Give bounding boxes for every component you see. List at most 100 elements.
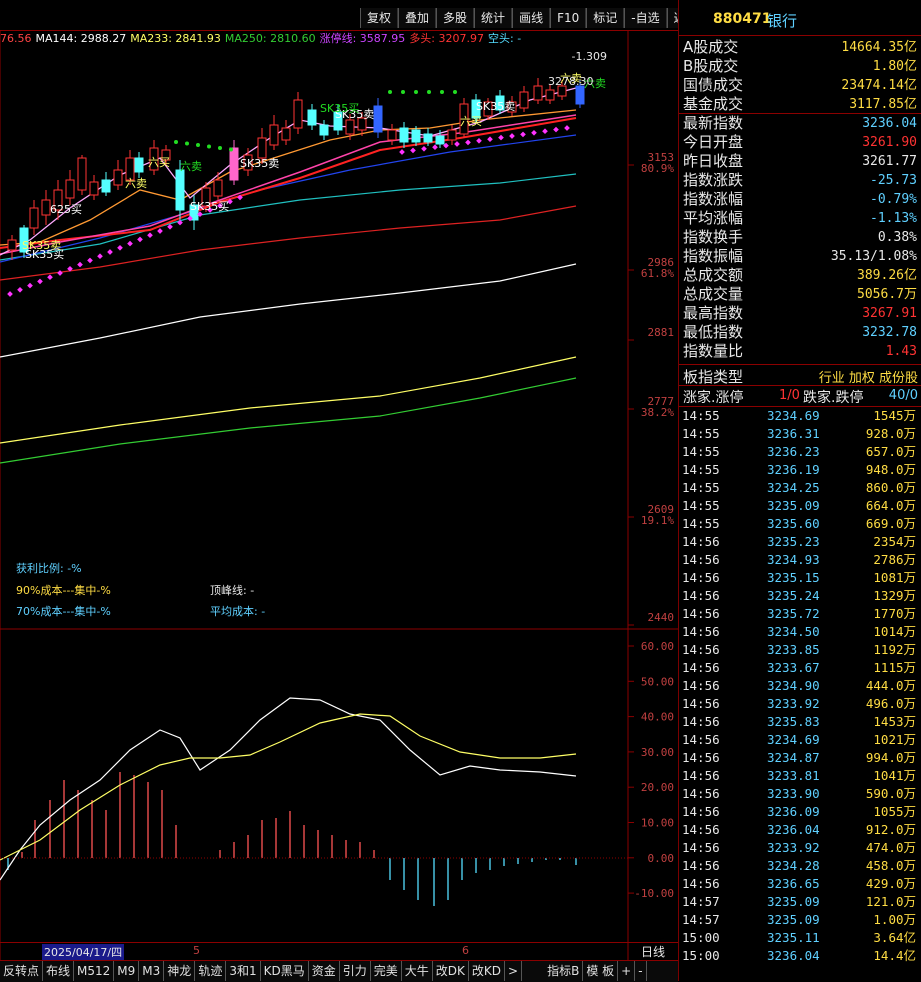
macd-axis-label: 60.00: [641, 640, 674, 653]
tick-time: 14:56: [682, 714, 720, 729]
axis-label: 2881: [648, 326, 675, 339]
stat-label: 指数涨跌: [683, 171, 744, 189]
ma233-line: [0, 356, 577, 444]
tick-time: 15:00: [682, 948, 720, 963]
tick-volume: 1192万: [873, 642, 916, 657]
period-label[interactable]: 日线: [628, 942, 678, 961]
stat-row: 基金成交 3117.85亿: [681, 95, 919, 114]
tick-row: 14:56 3233.67 1115万: [681, 659, 919, 677]
indicator-tab[interactable]: 反转点: [0, 961, 44, 981]
indicator-tab[interactable]: 神龙: [164, 961, 196, 981]
stat-value: 23474.14亿: [841, 78, 917, 93]
signal-label: SK35买: [320, 102, 359, 115]
indicator-tab[interactable]: 布线: [43, 961, 75, 981]
indicator-tab[interactable]: M9: [114, 961, 140, 981]
candle: [113, 169, 123, 186]
toolbar-button[interactable]: 复权: [360, 8, 399, 28]
tick-price: 3234.90: [767, 678, 820, 693]
indicator-tabbar: 反转点 布线 M512 M9 M3 神龙 轨迹 3和1 KD黑马 资金 引力 完美 大牛 改DK 改KD > 指…: [0, 960, 678, 982]
candle: [29, 207, 39, 229]
toolbar-button[interactable]: F10: [550, 8, 587, 28]
signal-dot: [432, 144, 438, 151]
stat-label: 昨日收盘: [683, 152, 744, 170]
tick-price: 3234.25: [767, 480, 820, 495]
candle: [447, 129, 457, 141]
tick-price: 3236.23: [767, 444, 820, 459]
indicator-tab[interactable]: 改KD: [469, 961, 506, 981]
tick-volume: 912.0万: [865, 822, 916, 837]
indicator-tab[interactable]: 资金: [309, 961, 340, 981]
signal-label: SK35卖: [476, 100, 515, 113]
quote-panel: 880471 银行 A股成交 14664.35亿 B股成交 1.80亿 国债成交 2347…: [678, 0, 921, 981]
signal-dot: [454, 141, 460, 147]
tick-row: 14:55 3236.23 657.0万: [681, 443, 919, 461]
indicator-tab[interactable]: >: [505, 961, 523, 981]
indicator-tab[interactable]: 模 板: [583, 961, 619, 981]
price-axis: 315380.9%298661.8%2881277738.2%260919.1%…: [0, 50, 674, 900]
indicator-tab[interactable]: 指标B: [544, 961, 584, 981]
tick-time: 14:56: [682, 624, 720, 639]
stat-row: B股成交 1.80亿: [681, 57, 919, 76]
tick-volume: 14.4亿: [873, 948, 916, 963]
indicator-tab[interactable]: 改DK: [433, 961, 469, 981]
toolbar-button[interactable]: 统计: [474, 8, 513, 28]
tick-volume: 1329万: [873, 588, 916, 603]
indicator-tab[interactable]: 大牛: [402, 961, 433, 981]
tick-price: 3235.09: [767, 894, 820, 909]
axis-pct-label: 61.8%: [641, 267, 674, 280]
tick-price: 3235.09: [767, 498, 820, 513]
toolbar-button[interactable]: 标记: [586, 8, 625, 28]
signal-dot: [157, 228, 163, 234]
tick-time: 14:55: [682, 462, 720, 477]
indicator-tab[interactable]: 引力: [340, 961, 371, 981]
board-type-links[interactable]: 行业 加权 成份股: [819, 367, 918, 386]
indicator-tab[interactable]: 3和1: [226, 961, 261, 981]
tick-time: 14:57: [682, 912, 720, 927]
kline-chart[interactable]: 六卖SK35卖六买SK35卖六卖 SK35卖625买SK35买六卖六买SK35买S…: [0, 30, 678, 960]
indicator-tab[interactable]: 轨迹: [195, 961, 227, 981]
tick-volume: 2354万: [873, 534, 916, 549]
tick-price: 3236.19: [767, 462, 820, 477]
indicator-tab[interactable]: KD黑马: [261, 961, 309, 981]
signal-dot: [7, 291, 13, 297]
tick-row: 14:56 3235.72 1770万: [681, 605, 919, 623]
candle: [345, 119, 355, 135]
tick-time: 14:56: [682, 876, 720, 891]
stat-value: 3261.90: [862, 135, 917, 150]
tick-time: 14:56: [682, 840, 720, 855]
tick-time: 14:55: [682, 444, 720, 459]
tick-price: 3233.90: [767, 786, 820, 801]
peak-line: 顶峰线: -: [210, 584, 255, 597]
indicator-tab[interactable]: +: [618, 961, 636, 981]
signal-dot: [57, 270, 63, 276]
tick-time: 14:55: [682, 516, 720, 531]
toolbar-button[interactable]: 叠加: [398, 8, 437, 28]
stat-value: -25.73: [870, 173, 917, 188]
indicator-tab[interactable]: M512: [74, 961, 115, 981]
toolbar-button[interactable]: 画线: [512, 8, 551, 28]
tick-time: 14:56: [682, 696, 720, 711]
signal-dot: [87, 257, 93, 264]
indicator-tab[interactable]: M3: [139, 961, 165, 981]
month-label: 6: [462, 944, 469, 957]
tick-volume: 458.0万: [865, 858, 916, 873]
tick-volume: 121.0万: [865, 894, 916, 909]
toolbar-button[interactable]: 多股: [436, 8, 475, 28]
signal-dot: [37, 278, 43, 285]
signal-dot: [410, 147, 416, 154]
indicator-tab[interactable]: -: [635, 961, 647, 981]
stat-row: 指数振幅 35.13/1.08%: [681, 247, 919, 266]
toolbar-button[interactable]: -自选: [624, 8, 667, 28]
tick-row: 14:55 3235.60 669.0万: [681, 515, 919, 533]
tick-volume: 496.0万: [865, 696, 916, 711]
tick-volume: 928.0万: [865, 426, 916, 441]
tick-row: 14:56 3235.23 2354万: [681, 533, 919, 551]
tick-time: 14:56: [682, 642, 720, 657]
cost-90: 90%成本---集中-%: [16, 584, 111, 597]
signal-label: SK35卖: [240, 157, 279, 170]
signal-dot: [498, 134, 504, 141]
tick-row: 14:57 3235.09 121.0万: [681, 893, 919, 911]
indicator-tab[interactable]: 完美: [371, 961, 402, 981]
tick-row: 14:56 3234.28 458.0万: [681, 857, 919, 875]
tick-row: 14:56 3236.04 912.0万: [681, 821, 919, 839]
